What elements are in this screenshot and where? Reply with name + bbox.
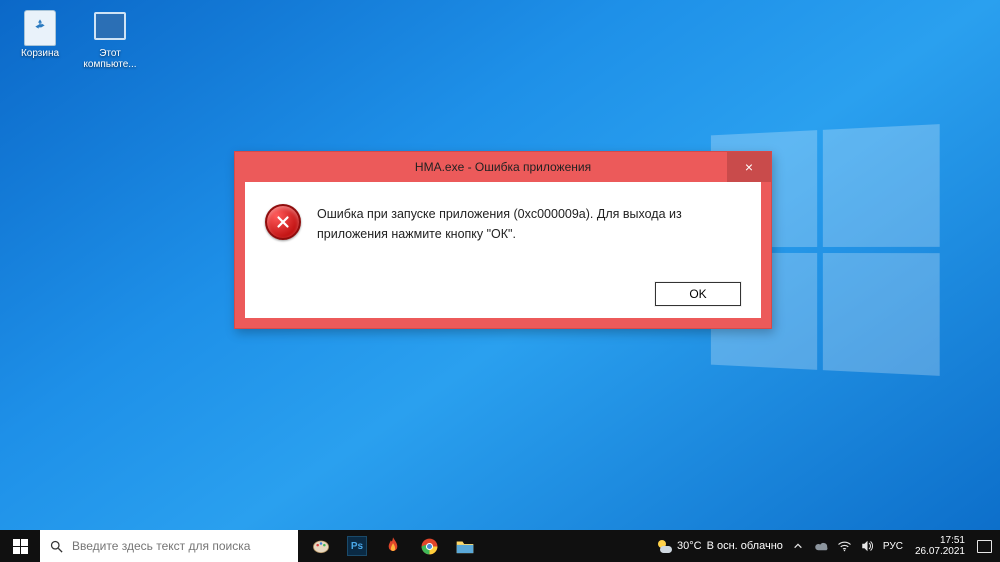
recycle-icon (32, 18, 48, 34)
error-dialog: HMA.exe - Ошибка приложения × Ошибка при… (234, 151, 772, 329)
dialog-body: Ошибка при запуске приложения (0xc000009… (245, 182, 761, 318)
tray-onedrive-icon[interactable] (814, 539, 829, 554)
weather-desc: В осн. облачно (707, 540, 783, 552)
desktop-icon-label: Этот компьюте... (82, 48, 138, 70)
weather-temp: 30°C (677, 540, 702, 552)
close-icon: × (745, 159, 753, 175)
dialog-title: HMA.exe - Ошибка приложения (415, 160, 591, 174)
windows-icon (13, 539, 28, 554)
taskbar-app-chrome[interactable] (412, 530, 446, 562)
close-button[interactable]: × (727, 152, 771, 182)
taskbar-apps: Ps (304, 530, 482, 562)
tray-notifications-icon[interactable] (977, 539, 992, 554)
weather-icon (656, 538, 672, 554)
taskbar-app-paint[interactable] (304, 530, 338, 562)
paint-icon (311, 536, 331, 556)
taskbar-app-file-explorer[interactable] (448, 530, 482, 562)
tray-chevron-up-icon[interactable] (791, 539, 806, 554)
tray-language[interactable]: РУС (883, 541, 903, 552)
ok-button[interactable]: OK (655, 282, 741, 306)
taskbar-app-photoshop[interactable]: Ps (340, 530, 374, 562)
tray-wifi-icon[interactable] (837, 539, 852, 554)
tray-time: 17:51 (915, 535, 965, 547)
search-icon (40, 539, 72, 554)
system-tray: 30°C В осн. облачно РУС 17:51 26.07.2021 (648, 530, 1000, 562)
start-button[interactable] (0, 530, 40, 562)
desktop-icons: Корзина Этот компьюте... (12, 6, 138, 70)
desktop-icon-this-pc[interactable]: Этот компьюте... (82, 6, 138, 70)
chrome-icon (420, 537, 439, 556)
error-icon (265, 204, 301, 240)
taskbar-app-ccleaner[interactable] (376, 530, 410, 562)
desktop-icon-label: Корзина (12, 48, 68, 59)
search-box[interactable] (40, 530, 298, 562)
taskbar: Ps 30°C В осн. облачно РУС (0, 530, 1000, 562)
photoshop-icon: Ps (347, 536, 367, 556)
tray-volume-icon[interactable] (860, 539, 875, 554)
tray-clock[interactable]: 17:51 26.07.2021 (911, 535, 969, 558)
tray-date: 26.07.2021 (915, 546, 965, 558)
search-input[interactable] (72, 539, 298, 553)
dialog-titlebar[interactable]: HMA.exe - Ошибка приложения × (235, 152, 771, 182)
folder-icon (455, 538, 475, 555)
desktop-icon-recycle-bin[interactable]: Корзина (12, 6, 68, 70)
weather-widget[interactable]: 30°C В осн. облачно (656, 538, 783, 554)
flame-icon (384, 536, 402, 556)
dialog-message: Ошибка при запуске приложения (0xc000009… (317, 204, 737, 244)
